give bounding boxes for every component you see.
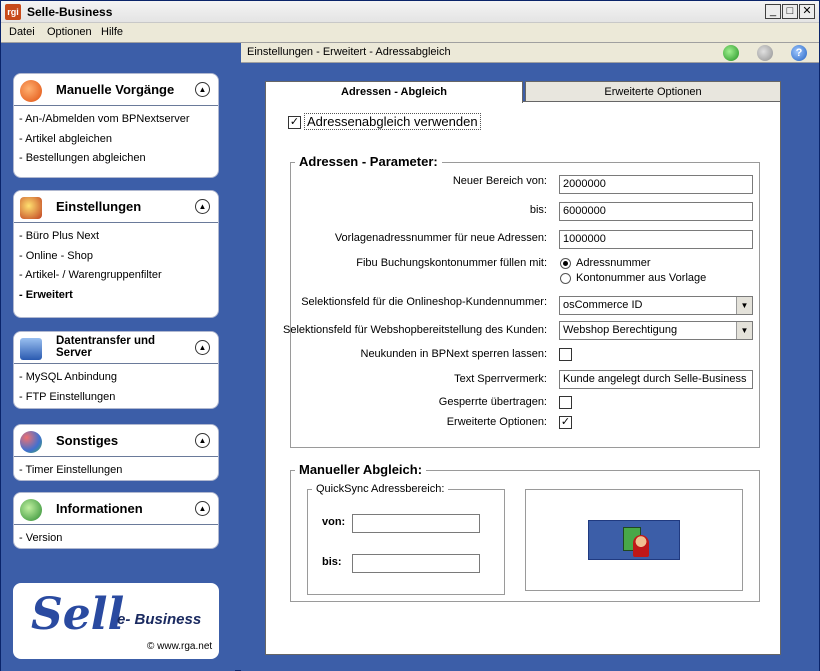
- main-area: Adressen - Abgleich Erweiterte Optionen …: [241, 63, 819, 671]
- maximize-button[interactable]: □: [782, 4, 798, 19]
- panel-title: Datentransfer und Server: [56, 335, 156, 359]
- von-label: von:: [322, 516, 346, 528]
- play-icon: [20, 80, 42, 102]
- panel-einstellungen: Einstellungen ▲ - Büro Plus Next - Onlin…: [13, 190, 219, 318]
- group-title: Adressen - Parameter:: [295, 154, 442, 169]
- user-icon: [633, 535, 649, 557]
- von-input[interactable]: [352, 514, 480, 533]
- help-icon[interactable]: ?: [791, 45, 807, 61]
- sidebar-item-version[interactable]: - Version: [19, 529, 218, 548]
- sidebar: Manuelle Vorgänge ▲ - An-/Abmelden vom B…: [1, 43, 235, 671]
- brand-logo: Sell e- Business © www.rga.net: [13, 583, 219, 659]
- panel-title: Einstellungen: [56, 199, 142, 214]
- bis-input[interactable]: 6000000: [559, 202, 753, 221]
- sel-webshop-select[interactable]: Webshop Berechtigung ▼: [559, 321, 753, 340]
- sync-button-frame: [525, 489, 743, 591]
- info-icon: [20, 499, 42, 521]
- sidebar-item-buero-plus[interactable]: - Büro Plus Next: [19, 227, 218, 247]
- menu-optionen[interactable]: Optionen: [47, 26, 92, 38]
- collapse-icon[interactable]: ▲: [195, 199, 210, 214]
- fibu-label: Fibu Buchungskontonummer füllen mit:: [356, 257, 547, 269]
- radio-adressnummer[interactable]: [560, 258, 571, 269]
- radio-kontonummer[interactable]: [560, 273, 571, 284]
- sidebar-item-erweitert[interactable]: - Erweitert: [19, 286, 218, 306]
- radio-kontonummer-label: Kontonummer aus Vorlage: [576, 272, 707, 284]
- panel-datentransfer: Datentransfer und Server ▲ - MySQL Anbin…: [13, 331, 219, 409]
- sidebar-item-anmelden[interactable]: - An-/Abmelden vom BPNextserver: [19, 110, 218, 130]
- erweitert-label: Erweiterte Optionen:: [446, 416, 547, 428]
- sel-kunde-select[interactable]: osCommerce ID ▼: [559, 296, 753, 315]
- sidebar-item-bestellungen[interactable]: - Bestellungen abgleichen: [19, 149, 218, 169]
- vorlage-input[interactable]: 1000000: [559, 230, 753, 249]
- sidebar-item-online-shop[interactable]: - Online - Shop: [19, 247, 218, 267]
- sidebar-item-mysql[interactable]: - MySQL Anbindung: [19, 368, 218, 388]
- sidebar-item-timer[interactable]: - Timer Einstellungen: [19, 461, 218, 480]
- breadcrumb: Einstellungen - Erweitert - Adressabglei…: [247, 46, 451, 58]
- breadcrumb-bar: Einstellungen - Erweitert - Adressabglei…: [241, 43, 819, 63]
- app-logo-icon: rgi: [5, 4, 21, 20]
- menu-bar: Datei Optionen Hilfe: [1, 23, 819, 43]
- adressenabgleich-checkbox[interactable]: ✓: [288, 116, 301, 129]
- tab-panel: ✓ Adressenabgleich verwenden Adressen - …: [265, 101, 781, 655]
- sidebar-item-filter[interactable]: - Artikel- / Warengruppenfilter: [19, 266, 218, 286]
- gesperrte-checkbox[interactable]: [559, 396, 572, 409]
- sidebar-item-artikel-abgleichen[interactable]: - Artikel abgleichen: [19, 130, 218, 150]
- forward-arrow-icon[interactable]: [757, 45, 773, 61]
- minimize-button[interactable]: _: [765, 4, 781, 19]
- collapse-icon[interactable]: ▲: [195, 82, 210, 97]
- collapse-icon[interactable]: ▲: [195, 501, 210, 516]
- sel-kunde-label: Selektionsfeld für die Onlineshop-Kunden…: [301, 296, 547, 308]
- adressen-parameter-group: Adressen - Parameter: Neuer Bereich von:…: [283, 154, 760, 448]
- tab-adressen-abgleich[interactable]: Adressen - Abgleich: [265, 81, 523, 103]
- application-window: rgi Selle-Business _ □ ✕ Datei Optionen …: [0, 0, 820, 671]
- panel-informationen: Informationen ▲ - Version: [13, 492, 219, 549]
- tools-icon: [20, 197, 42, 219]
- neuer-bereich-label: Neuer Bereich von:: [452, 175, 547, 187]
- sperr-label: Text Sperrvermerk:: [454, 373, 547, 385]
- neukunden-checkbox[interactable]: [559, 348, 572, 361]
- vorlage-label: Vorlagenadressnummer für neue Adressen:: [334, 232, 547, 244]
- sync-button[interactable]: [588, 520, 680, 560]
- sidebar-item-ftp[interactable]: - FTP Einstellungen: [19, 388, 218, 408]
- sel-webshop-label: Selektionsfeld für Webshopbereitstellung…: [283, 324, 547, 336]
- panel-title: Informationen: [56, 501, 143, 516]
- menu-datei[interactable]: Datei: [9, 26, 35, 38]
- close-button[interactable]: ✕: [799, 4, 815, 19]
- bis2-input[interactable]: [352, 554, 480, 573]
- collapse-icon[interactable]: ▲: [195, 433, 210, 448]
- misc-icon: [20, 431, 42, 453]
- panel-sonstiges: Sonstiges ▲ - Timer Einstellungen: [13, 424, 219, 481]
- gesperrte-label: Gesperrte übertragen:: [438, 396, 547, 408]
- sperrvermerk-input[interactable]: Kunde angelegt durch Selle-Business: [559, 370, 753, 389]
- adressenabgleich-label: Adressenabgleich verwenden: [304, 113, 481, 130]
- title-bar: rgi Selle-Business _ □ ✕: [1, 1, 819, 23]
- menu-hilfe[interactable]: Hilfe: [101, 26, 123, 38]
- panel-title: Sonstiges: [56, 433, 119, 448]
- panel-title: Manuelle Vorgänge: [56, 82, 175, 97]
- panel-manuelle-vorgaenge: Manuelle Vorgänge ▲ - An-/Abmelden vom B…: [13, 73, 219, 178]
- chevron-down-icon[interactable]: ▼: [736, 297, 752, 314]
- group-title: Manueller Abgleich:: [295, 462, 427, 477]
- collapse-icon[interactable]: ▲: [195, 340, 210, 355]
- radio-adressnummer-label: Adressnummer: [576, 257, 651, 269]
- chevron-down-icon[interactable]: ▼: [736, 322, 752, 339]
- quicksync-title: QuickSync Adressbereich:: [312, 483, 449, 495]
- erweitert-checkbox[interactable]: ✓: [559, 416, 572, 429]
- bis-label: bis:: [529, 204, 547, 216]
- neukunden-label: Neukunden in BPNext sperren lassen:: [360, 348, 548, 360]
- server-icon: [20, 338, 42, 360]
- neuer-bereich-input[interactable]: 2000000: [559, 175, 753, 194]
- bis2-label: bis:: [322, 556, 342, 568]
- back-arrow-icon[interactable]: [723, 45, 739, 61]
- manueller-abgleich-group: Manueller Abgleich: QuickSync Adressbere…: [290, 462, 760, 602]
- window-title: Selle-Business: [27, 5, 113, 19]
- tab-erweiterte-optionen[interactable]: Erweiterte Optionen: [525, 81, 781, 102]
- quicksync-group: QuickSync Adressbereich: von: bis:: [307, 483, 505, 595]
